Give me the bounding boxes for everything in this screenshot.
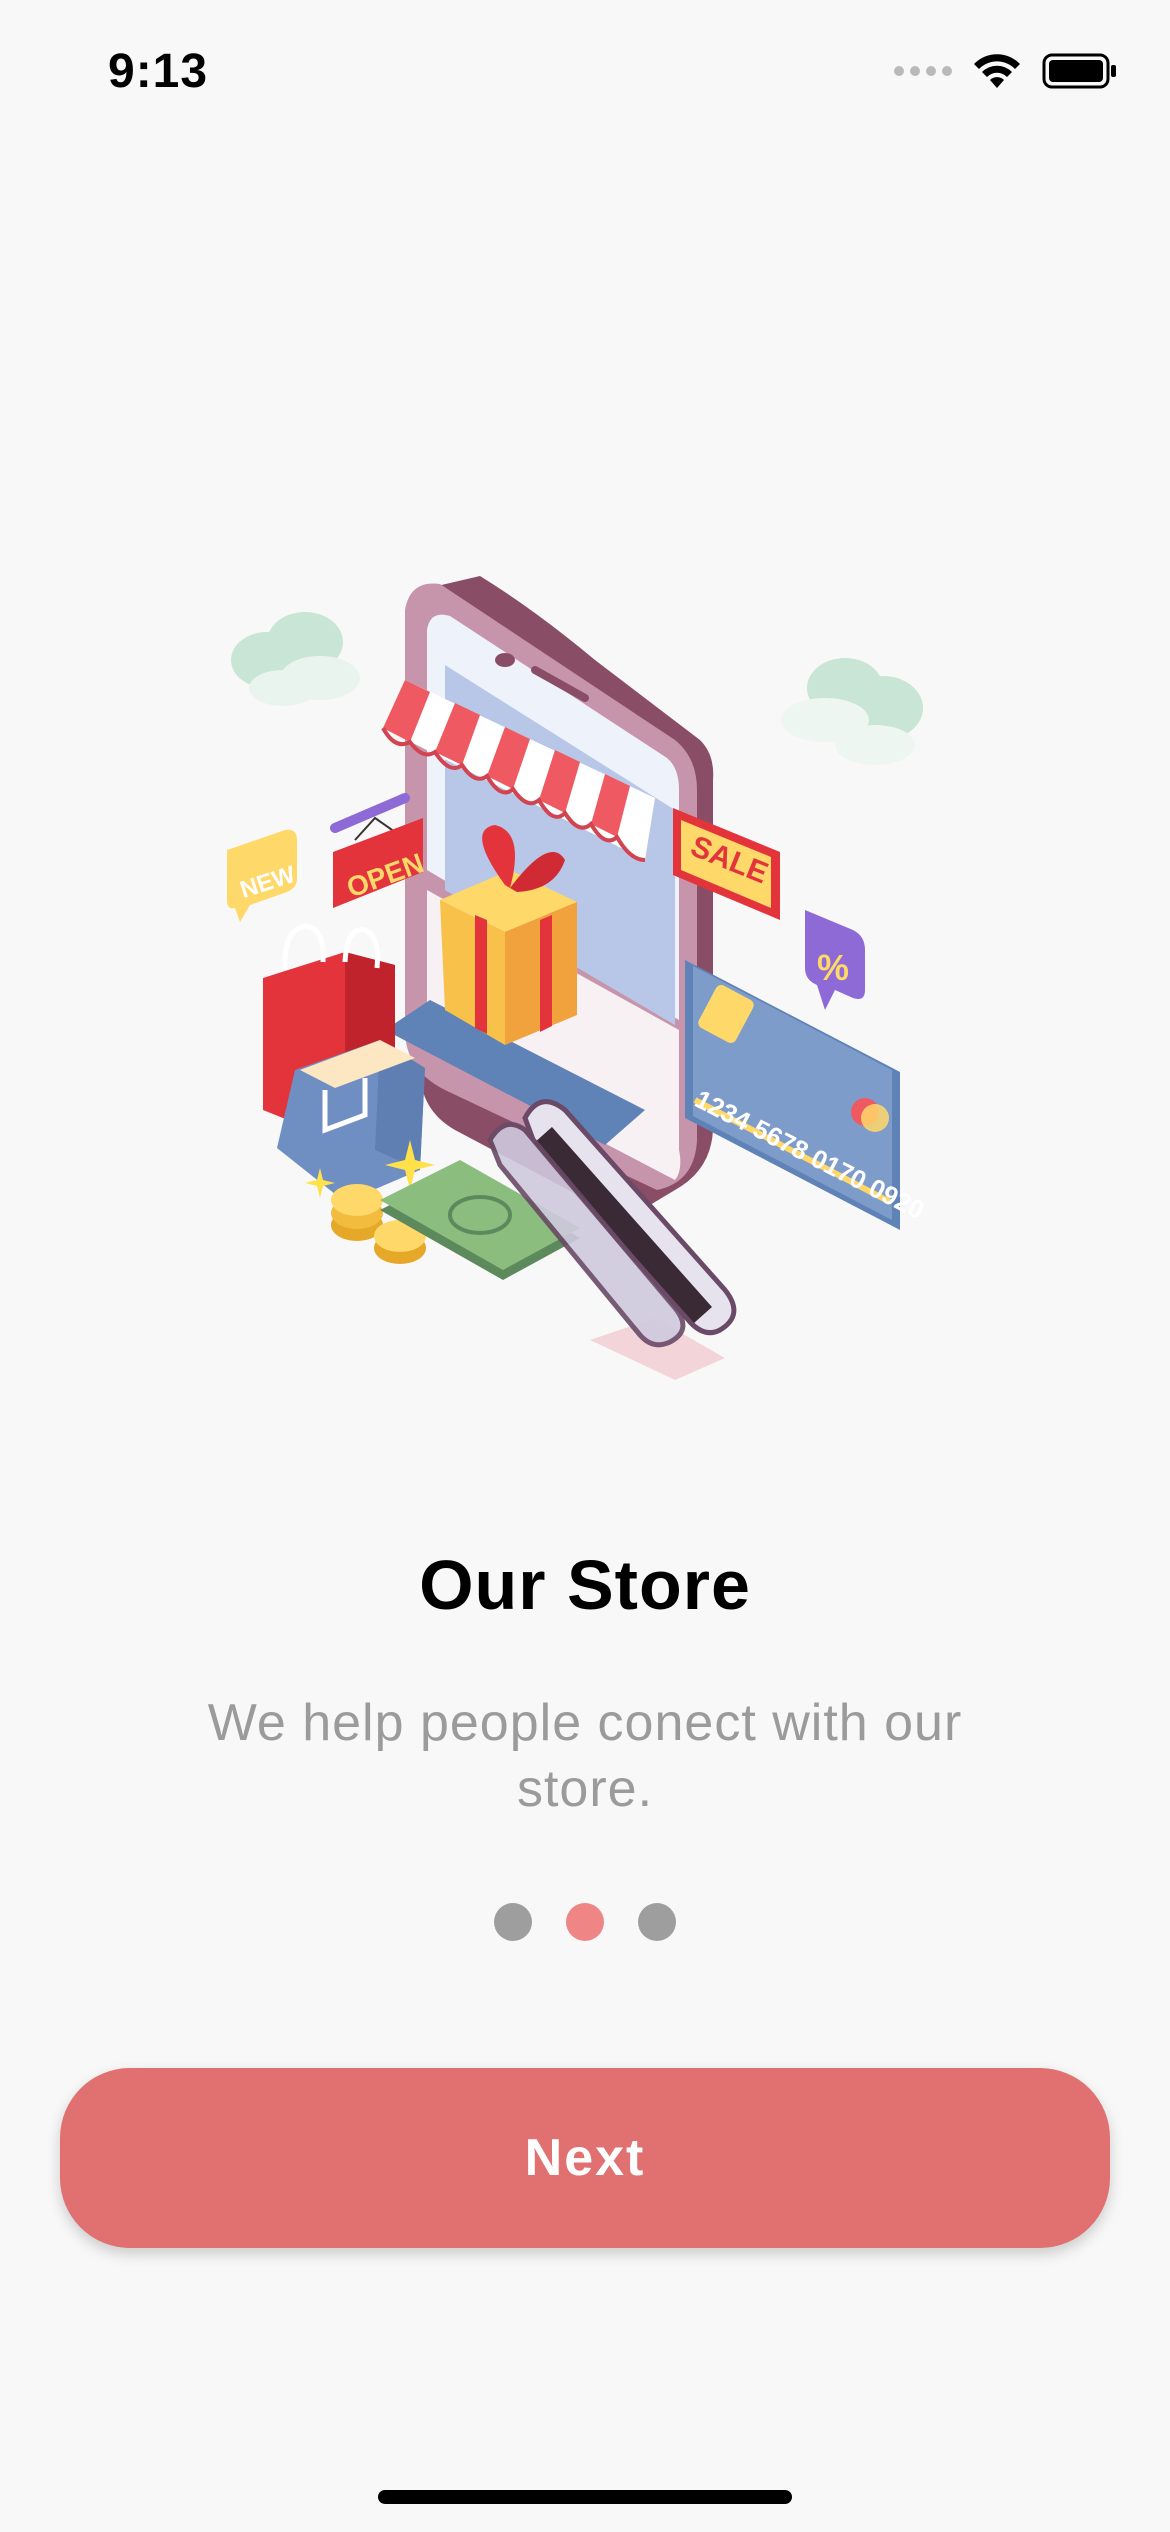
new-badge-icon: NEW	[227, 829, 299, 922]
page-dot-1[interactable]	[494, 1903, 532, 1941]
onboarding-subtitle: We help people conect with our store.	[207, 1694, 963, 1818]
status-time: 9:13	[108, 45, 209, 98]
next-button[interactable]: Next	[60, 2068, 1110, 2248]
home-indicator[interactable]	[378, 2490, 792, 2504]
battery-icon	[1042, 53, 1116, 89]
cloud-icon	[231, 612, 360, 706]
wifi-icon	[974, 54, 1020, 88]
page-dot-2-active[interactable]	[566, 1903, 604, 1941]
cellular-signal-icon	[894, 66, 952, 76]
percent-badge-label: %	[817, 947, 849, 988]
page-indicator	[0, 1903, 1170, 1941]
percent-badge-icon: %	[805, 910, 865, 1010]
page-dot-3[interactable]	[638, 1903, 676, 1941]
status-icons	[894, 52, 1118, 90]
shopping-store-illustration: OPEN NEW SALE % 1234 5678 0170 0920	[227, 576, 929, 1380]
onboarding-title: Our Store	[419, 1546, 751, 1624]
credit-card-icon: 1234 5678 0170 0920	[685, 960, 929, 1230]
status-bar: 9:13	[0, 0, 1170, 150]
cloud-icon	[781, 658, 923, 765]
